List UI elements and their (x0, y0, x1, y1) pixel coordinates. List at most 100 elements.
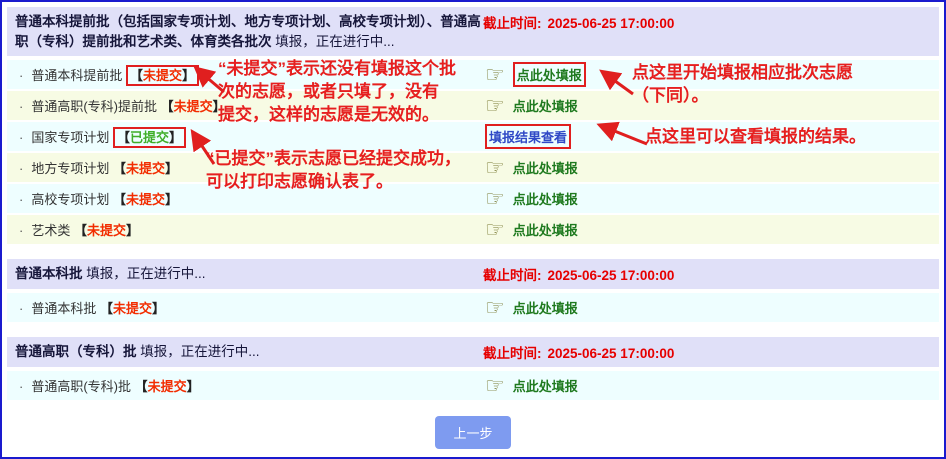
deadline-label: 截止时间: (483, 346, 542, 362)
status-badge: 未提交 (126, 161, 166, 177)
section-title-rest: 填报，正在进行中... (82, 266, 206, 282)
status-badge: 未提交 (147, 379, 187, 395)
action-cell: 填报结果查看 (483, 124, 931, 150)
action-cell: ☞ 点此处填报 (483, 61, 931, 88)
fill-link[interactable]: 点此处填报 (513, 376, 578, 395)
batch-name: 普通本科提前批 (31, 68, 123, 84)
status-highlight-box: 【已提交】 (112, 127, 187, 149)
batch-label: · 普通高职(专科)批 【未提交】 (15, 376, 483, 395)
batch-row: · 普通高职(专科)提前批 【未提交】 ☞ 点此处填报 (7, 91, 939, 121)
previous-step-button[interactable]: 上一步 (435, 416, 511, 450)
section-title: 普通本科批 填报，正在进行中... (15, 264, 483, 284)
deadline-value: 2025-06-25 17:00:00 (547, 16, 675, 31)
section-title: 普通本科提前批（包括国家专项计划、地方专项计划、高校专项计划）、普通高职（专科）… (15, 12, 483, 51)
deadline: 截止时间: 2025-06-25 17:00:00 (483, 342, 931, 362)
volunteer-batch-status-page: 普通本科提前批（包括国家专项计划、地方专项计划、高校专项计划）、普通高职（专科）… (0, 0, 946, 459)
batch-name: 高校专项计划 (31, 192, 110, 208)
section-title-bold: 普通高职（专科）批 (15, 344, 137, 360)
pointing-hand-icon: ☞ (485, 372, 505, 398)
batch-name: 普通本科批 (31, 301, 97, 317)
batch-name: 艺术类 (31, 223, 71, 239)
fill-link[interactable]: 点此处填报 (512, 62, 586, 88)
action-cell: ☞ 点此处填报 (483, 185, 931, 211)
section-title-bold: 普通本科批 (15, 266, 83, 282)
deadline-label: 截止时间: (483, 16, 542, 31)
action-cell: ☞ 点此处填报 (483, 372, 931, 398)
batch-row: · 国家专项计划 【已提交】 填报结果查看 (7, 122, 939, 152)
batch-label: · 普通本科批 【未提交】 (15, 298, 483, 317)
batch-label: · 艺术类 【未提交】 (15, 220, 483, 239)
fill-link[interactable]: 点此处填报 (513, 158, 578, 177)
bracket-open: 【 (73, 223, 87, 239)
deadline: 截止时间: 2025-06-25 17:00:00 (483, 264, 931, 284)
bracket-open: 【 (112, 192, 126, 208)
bracket-open: 【 (112, 161, 126, 177)
batch-row: · 艺术类 【未提交】 ☞ 点此处填报 (7, 215, 939, 245)
bullet: · (19, 379, 24, 395)
pointing-hand-icon: ☞ (485, 92, 505, 118)
status-badge: 已提交 (130, 130, 170, 146)
section-vocational: 普通高职（专科）批 填报，正在进行中... 截止时间: 2025-06-25 17… (7, 337, 939, 401)
fill-link[interactable]: 点此处填报 (513, 298, 578, 317)
section-title-bold: 普通本科提前批（包括国家专项计划、地方专项计划、高校专项计划）、普通高职（专科）… (15, 14, 481, 49)
bracket-close: 】 (182, 68, 196, 84)
section-title-rest: 填报，正在进行中... (136, 344, 260, 360)
bullet: · (19, 99, 24, 115)
section-header: 普通高职（专科）批 填报，正在进行中... 截止时间: 2025-06-25 17… (7, 337, 939, 368)
bullet: · (19, 192, 24, 208)
fill-link[interactable]: 点此处填报 (513, 96, 578, 115)
action-cell: ☞ 点此处填报 (483, 92, 931, 118)
section-title: 普通高职（专科）批 填报，正在进行中... (15, 342, 483, 362)
bracket-close: 】 (165, 161, 179, 177)
batch-label: · 普通本科提前批 【未提交】 (15, 65, 483, 87)
bracket-close: 】 (212, 99, 226, 115)
bracket-close: 】 (126, 223, 140, 239)
deadline-value: 2025-06-25 17:00:00 (547, 346, 675, 362)
batch-row: · 高校专项计划 【未提交】 ☞ 点此处填报 (7, 184, 939, 214)
bracket-close: 】 (152, 301, 166, 317)
footer: 上一步 (7, 416, 939, 450)
section-regular-undergraduate: 普通本科批 填报，正在进行中... 截止时间: 2025-06-25 17:00:… (7, 259, 939, 323)
status-badge: 未提交 (143, 68, 183, 84)
bracket-open: 【 (134, 379, 148, 395)
batch-name: 普通高职(专科)提前批 (31, 99, 158, 115)
bracket-open: 【 (116, 130, 130, 146)
pointing-hand-icon: ☞ (485, 61, 505, 87)
deadline: 截止时间: 2025-06-25 17:00:00 (483, 12, 931, 51)
bracket-open: 【 (160, 99, 174, 115)
bullet: · (19, 301, 24, 317)
action-cell: ☞ 点此处填报 (483, 216, 931, 242)
fill-link[interactable]: 点此处填报 (513, 220, 578, 239)
bracket-open: 【 (99, 301, 113, 317)
pointing-hand-icon: ☞ (485, 154, 505, 180)
bullet: · (19, 161, 24, 177)
batch-row: · 普通高职(专科)批 【未提交】 ☞ 点此处填报 (7, 371, 939, 401)
bracket-close: 】 (186, 379, 200, 395)
status-badge: 未提交 (173, 99, 213, 115)
status-badge: 未提交 (87, 223, 127, 239)
pointing-hand-icon: ☞ (485, 294, 505, 320)
pointing-hand-icon: ☞ (485, 185, 505, 211)
status-badge: 未提交 (113, 301, 153, 317)
batch-label: · 高校专项计划 【未提交】 (15, 189, 483, 208)
section-title-rest: 填报，正在进行中... (271, 33, 395, 49)
deadline-value: 2025-06-25 17:00:00 (547, 268, 675, 284)
batch-label: · 地方专项计划 【未提交】 (15, 158, 483, 177)
batch-label: · 国家专项计划 【已提交】 (15, 127, 483, 149)
view-result-link[interactable]: 填报结果查看 (485, 124, 572, 150)
bullet: · (19, 223, 24, 239)
bullet: · (19, 68, 24, 84)
section-advance-batches: 普通本科提前批（包括国家专项计划、地方专项计划、高校专项计划）、普通高职（专科）… (7, 7, 939, 245)
bullet: · (19, 130, 24, 146)
batch-name: 国家专项计划 (31, 130, 110, 146)
bracket-close: 】 (169, 130, 183, 146)
batch-name: 普通高职(专科)批 (31, 379, 132, 395)
action-cell: ☞ 点此处填报 (483, 154, 931, 180)
deadline-label: 截止时间: (483, 268, 542, 284)
pointing-hand-icon: ☞ (485, 216, 505, 242)
batch-label: · 普通高职(专科)提前批 【未提交】 (15, 96, 483, 115)
batch-row: · 普通本科批 【未提交】 ☞ 点此处填报 (7, 293, 939, 323)
action-cell: ☞ 点此处填报 (483, 294, 931, 320)
fill-link[interactable]: 点此处填报 (513, 189, 578, 208)
status-badge: 未提交 (126, 192, 166, 208)
